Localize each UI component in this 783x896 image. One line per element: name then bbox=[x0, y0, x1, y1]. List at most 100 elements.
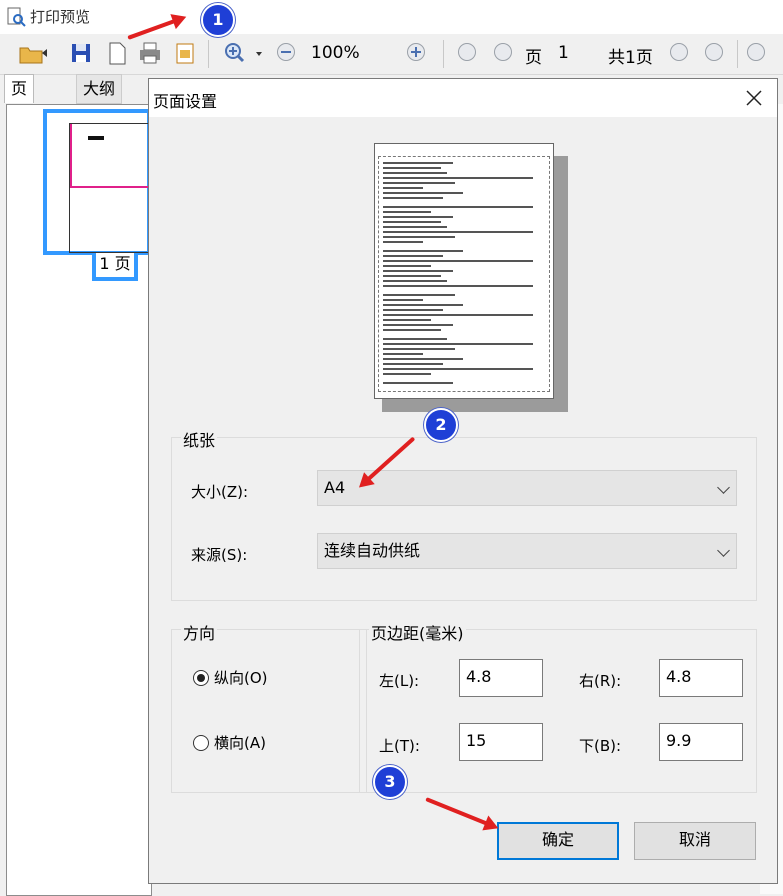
step-marker-1: 1 bbox=[201, 3, 235, 37]
paper-size-value: A4 bbox=[324, 478, 346, 497]
previous-page-button[interactable] bbox=[494, 43, 512, 61]
portrait-label[interactable]: 纵向(O) bbox=[214, 667, 268, 688]
tab-page[interactable]: 页 bbox=[4, 74, 35, 103]
preview-text-line bbox=[383, 373, 431, 375]
first-page-button[interactable] bbox=[458, 43, 476, 61]
preview-text-line bbox=[383, 187, 423, 189]
preview-text-line bbox=[383, 250, 463, 252]
preview-text-line bbox=[383, 172, 447, 174]
preview-text-line bbox=[383, 319, 431, 321]
preview-text-line bbox=[383, 348, 455, 350]
preview-text-line bbox=[383, 309, 443, 311]
preview-text-line bbox=[383, 270, 453, 272]
close-icon[interactable] bbox=[745, 89, 763, 107]
window-title: 打印预览 bbox=[30, 8, 91, 26]
preview-text-line bbox=[383, 177, 533, 179]
zoom-fit-button[interactable] bbox=[407, 43, 425, 61]
preview-text-line bbox=[383, 265, 431, 267]
page-setup-dialog: 页面设置 纸张 大小(Z): A4 来源(S): 连续自动供纸 方向 纵向(O)… bbox=[148, 78, 778, 884]
right-margin-label: 右(R): bbox=[579, 672, 622, 690]
chevron-down-icon bbox=[717, 544, 730, 557]
paper-source-select[interactable]: 连续自动供纸 bbox=[317, 533, 737, 569]
preview-text-line bbox=[383, 280, 447, 282]
save-icon[interactable] bbox=[70, 40, 92, 66]
next-page-button[interactable] bbox=[670, 43, 688, 61]
dialog-title-bar: 页面设置 bbox=[149, 79, 777, 117]
size-label: 大小(Z): bbox=[191, 483, 249, 501]
cancel-button[interactable]: 取消 bbox=[634, 822, 756, 860]
print-icon[interactable] bbox=[138, 40, 162, 66]
back-button[interactable] bbox=[747, 43, 765, 61]
toolbar: 100% 页 1 共1页 bbox=[0, 34, 783, 91]
portrait-radio[interactable] bbox=[193, 670, 209, 686]
export-icon[interactable] bbox=[174, 40, 196, 66]
open-folder-icon[interactable] bbox=[18, 40, 48, 66]
preview-text-line bbox=[383, 255, 443, 257]
left-margin-label: 左(L): bbox=[379, 672, 420, 690]
print-preview-icon bbox=[7, 7, 26, 27]
margins-group-label: 页边距(毫米) bbox=[369, 620, 466, 644]
preview-text-line bbox=[383, 299, 423, 301]
thumbnail-text bbox=[88, 136, 104, 140]
toolbar-separator bbox=[737, 40, 738, 68]
margins-group bbox=[359, 629, 757, 793]
paper-size-select[interactable]: A4 bbox=[317, 470, 737, 506]
preview-text-line bbox=[383, 216, 453, 218]
thumbnail-print-area bbox=[70, 124, 150, 188]
dialog-title: 页面设置 bbox=[153, 92, 218, 111]
thumbnail-panel: 1 页 bbox=[6, 104, 152, 896]
thumbnail-label: 1 页 bbox=[92, 253, 138, 281]
landscape-radio[interactable] bbox=[193, 735, 209, 751]
preview-text-line bbox=[383, 162, 453, 164]
right-margin-input[interactable]: 4.8 bbox=[659, 659, 743, 697]
preview-text-line bbox=[383, 206, 533, 208]
thumbnail-page bbox=[69, 123, 151, 253]
bottom-margin-label: 下(B): bbox=[579, 737, 622, 755]
preview-text-line bbox=[383, 260, 533, 262]
step-marker-3: 3 bbox=[373, 765, 407, 799]
preview-text-line bbox=[383, 382, 453, 384]
preview-text-line bbox=[383, 294, 455, 296]
zoom-out-button[interactable] bbox=[277, 43, 295, 61]
window-title-bar: 打印预览 bbox=[0, 0, 783, 34]
paper-source-value: 连续自动供纸 bbox=[324, 541, 421, 560]
preview-text-line bbox=[383, 241, 423, 243]
page-setup-icon[interactable] bbox=[106, 40, 128, 66]
preview-text-line bbox=[383, 226, 447, 228]
preview-text-line bbox=[383, 167, 441, 169]
page-preview bbox=[374, 143, 554, 399]
landscape-label[interactable]: 横向(A) bbox=[214, 732, 266, 753]
preview-text-line bbox=[383, 324, 453, 326]
left-margin-input[interactable]: 4.8 bbox=[459, 659, 543, 697]
total-pages: 共1页 bbox=[608, 48, 653, 68]
page-label: 页 bbox=[525, 48, 542, 68]
zoom-in-icon[interactable] bbox=[222, 40, 262, 66]
toolbar-separator bbox=[208, 40, 209, 68]
preview-text-line bbox=[383, 358, 463, 360]
preview-text-line bbox=[383, 211, 431, 213]
step-marker-2: 2 bbox=[424, 408, 458, 442]
tab-outline[interactable]: 大纲 bbox=[76, 74, 123, 104]
preview-text-line bbox=[383, 285, 533, 287]
preview-text-line bbox=[383, 192, 463, 194]
chevron-down-icon bbox=[717, 481, 730, 494]
page-number-input[interactable]: 1 bbox=[558, 43, 569, 63]
preview-text-line bbox=[383, 363, 443, 365]
source-label: 来源(S): bbox=[191, 546, 248, 564]
panel-tabs: 页 大纲 bbox=[0, 74, 150, 104]
preview-text-line bbox=[383, 231, 533, 233]
paper-group bbox=[171, 437, 757, 601]
zoom-level[interactable]: 100% bbox=[311, 43, 360, 63]
last-page-button[interactable] bbox=[705, 43, 723, 61]
preview-text-line bbox=[383, 182, 455, 184]
top-margin-input[interactable]: 15 bbox=[459, 723, 543, 761]
preview-text-line bbox=[383, 221, 441, 223]
bottom-margin-input[interactable]: 9.9 bbox=[659, 723, 743, 761]
top-margin-label: 上(T): bbox=[379, 737, 420, 755]
preview-text-line bbox=[383, 314, 533, 316]
toolbar-separator bbox=[443, 40, 444, 68]
preview-text-line bbox=[383, 329, 441, 331]
page-thumbnail[interactable] bbox=[43, 109, 151, 255]
preview-text-line bbox=[383, 197, 443, 199]
ok-button[interactable]: 确定 bbox=[497, 822, 619, 860]
